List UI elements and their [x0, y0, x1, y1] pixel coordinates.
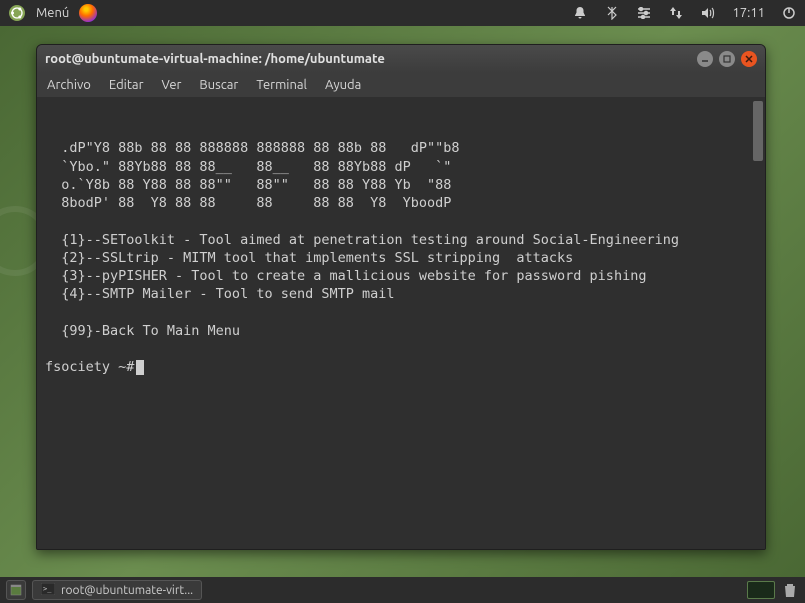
menu-option-3: {3}--pyPISHER - Tool to create a mallici… [45, 268, 646, 284]
cursor [136, 360, 144, 375]
bluetooth-icon[interactable] [604, 5, 620, 21]
volume-icon[interactable] [700, 5, 716, 21]
ubuntu-mate-icon[interactable] [8, 4, 26, 22]
menu-option-99: {99}-Back To Main Menu [45, 323, 240, 339]
clock[interactable]: 17:11 [732, 6, 765, 20]
menu-ver[interactable]: Ver [162, 78, 182, 92]
power-icon[interactable] [781, 5, 797, 21]
terminal-body[interactable]: .dP"Y8 88b 88 88 888888 888888 88 88b 88… [37, 97, 765, 549]
minimize-button[interactable] [697, 51, 713, 67]
taskbar-item-terminal[interactable]: >_ root@ubuntumate-virt... [32, 580, 202, 600]
menu-terminal[interactable]: Terminal [256, 78, 307, 92]
window-titlebar[interactable]: root@ubuntumate-virtual-machine: /home/u… [37, 45, 765, 73]
terminal-window: root@ubuntumate-virtual-machine: /home/u… [36, 44, 766, 550]
close-button[interactable] [741, 51, 757, 67]
menu-label[interactable]: Menú [36, 6, 69, 20]
top-panel: Menú 17:11 [0, 0, 805, 26]
ascii-banner: .dP"Y8 88b 88 88 888888 888888 88 88b 88… [45, 140, 460, 211]
show-desktop-button[interactable] [6, 580, 26, 600]
menu-ayuda[interactable]: Ayuda [325, 78, 361, 92]
menu-editar[interactable]: Editar [109, 78, 144, 92]
bottom-panel: >_ root@ubuntumate-virt... [0, 577, 805, 603]
menu-option-4: {4}--SMTP Mailer - Tool to send SMTP mai… [45, 286, 395, 302]
firefox-icon[interactable] [79, 4, 97, 22]
sliders-icon[interactable] [636, 5, 652, 21]
maximize-button[interactable] [719, 51, 735, 67]
taskbar-item-label: root@ubuntumate-virt... [61, 584, 193, 597]
workspace-switcher[interactable] [747, 581, 775, 599]
prompt: fsociety ~# [45, 358, 134, 376]
menu-option-1: {1}--SEToolkit - Tool aimed at penetrati… [45, 232, 679, 248]
trash-icon[interactable] [783, 582, 799, 598]
window-title: root@ubuntumate-virtual-machine: /home/u… [45, 52, 385, 66]
desktop: root@ubuntumate-virtual-machine: /home/u… [0, 26, 805, 577]
terminal-icon: >_ [41, 583, 55, 598]
menu-option-2: {2}--SSLtrip - MITM tool that implements… [45, 250, 573, 266]
svg-text:>_: >_ [43, 585, 52, 593]
scrollbar[interactable] [753, 101, 763, 161]
terminal-menubar: Archivo Editar Ver Buscar Terminal Ayuda [37, 73, 765, 97]
menu-archivo[interactable]: Archivo [47, 78, 91, 92]
notifications-icon[interactable] [572, 5, 588, 21]
network-icon[interactable] [668, 5, 684, 21]
menu-buscar[interactable]: Buscar [199, 78, 238, 92]
